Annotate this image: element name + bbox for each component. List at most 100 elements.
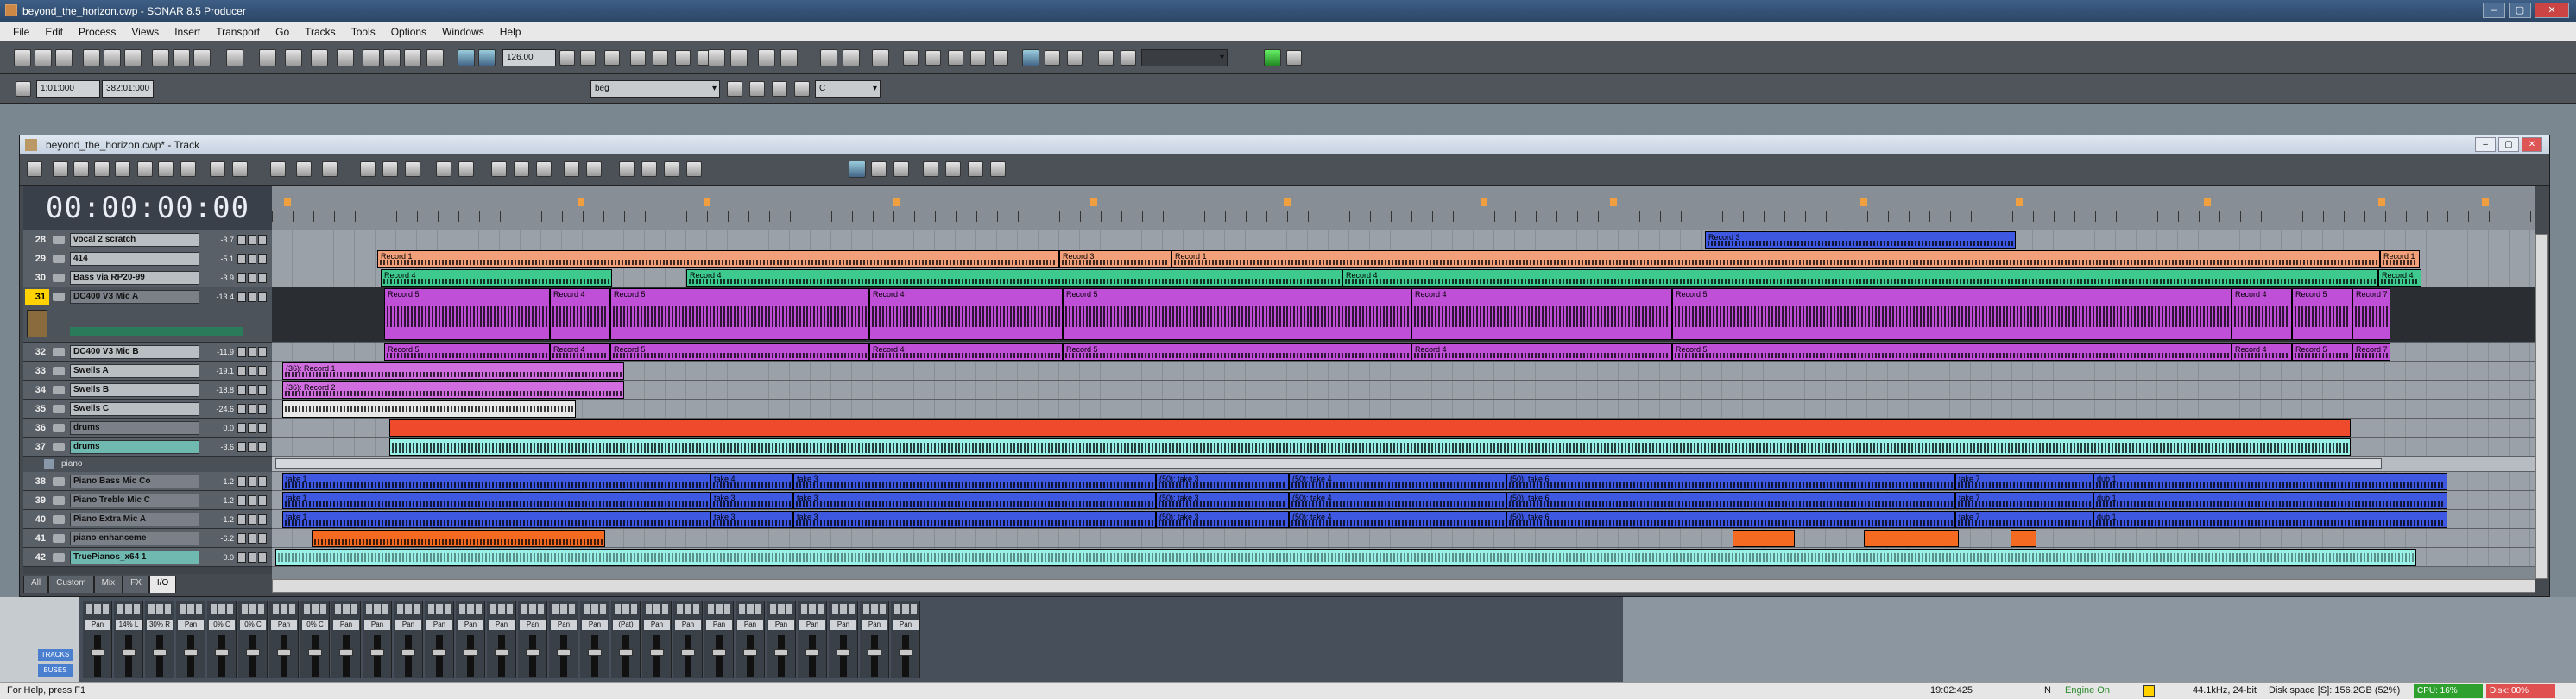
audio-clip[interactable]: take 1: [282, 473, 710, 490]
menu-tools[interactable]: Tools: [344, 26, 383, 38]
track-mute-solo-arm[interactable]: [237, 366, 268, 376]
tab-mix[interactable]: Mix: [93, 576, 123, 593]
volume-fader[interactable]: [622, 635, 629, 677]
erase-tool-icon[interactable]: [158, 161, 174, 177]
audio-clip[interactable]: Record 5: [384, 288, 550, 340]
menu-go[interactable]: Go: [268, 26, 297, 38]
marker-dropdown[interactable]: beg: [590, 80, 720, 98]
volume-fader[interactable]: [716, 635, 723, 677]
track-volume[interactable]: -1.2: [203, 513, 234, 526]
track-row-42[interactable]: 42 TruePianos_x64 1 0.0: [23, 548, 272, 567]
track-name[interactable]: 414: [70, 252, 199, 266]
piano-roll-icon[interactable]: [311, 49, 328, 66]
track-volume[interactable]: -19.1: [203, 365, 234, 377]
volume-fader[interactable]: [653, 635, 660, 677]
loop-record-icon[interactable]: [925, 50, 941, 66]
snap-grid-icon[interactable]: [1022, 49, 1039, 66]
console-strip[interactable]: Pan: [487, 601, 516, 678]
marker-flag[interactable]: [893, 198, 900, 206]
audio-clip[interactable]: (50): take 6: [1506, 473, 1955, 490]
track-row-34[interactable]: 34 Swells B -18.8: [23, 381, 272, 400]
volume-fader[interactable]: [747, 635, 754, 677]
track-mute-solo-arm[interactable]: [237, 423, 268, 433]
audio-clip[interactable]: [282, 400, 576, 418]
track-mute-solo-arm[interactable]: [237, 292, 268, 302]
fader-knob[interactable]: [899, 649, 912, 656]
select-tool-icon[interactable]: [73, 161, 89, 177]
tab-io[interactable]: I/O: [148, 576, 177, 593]
track-volume[interactable]: -6.2: [203, 532, 234, 545]
fader-knob[interactable]: [215, 649, 229, 656]
audio-clip[interactable]: [2011, 530, 2036, 547]
audio-clip[interactable]: (50): take 3: [1156, 492, 1289, 509]
track-row-29[interactable]: 29 414 -5.1: [23, 249, 272, 268]
track-mute-solo-arm[interactable]: [237, 533, 268, 544]
track-name[interactable]: Swells B: [70, 383, 199, 397]
fader-knob[interactable]: [464, 649, 477, 656]
audio-clip[interactable]: (50): take 3: [1156, 511, 1289, 528]
console-strip[interactable]: Pan: [642, 601, 672, 678]
clips-pane[interactable]: Record 3 Record 1 Record 3 Record 1 Reco…: [272, 186, 2535, 593]
fader-knob[interactable]: [370, 649, 384, 656]
track-row-38[interactable]: 38 Piano Bass Mic Co -1.2: [23, 472, 272, 491]
volume-fader[interactable]: [685, 635, 691, 677]
console-view-icon[interactable]: [285, 49, 302, 66]
marker-flag[interactable]: [1284, 198, 1291, 206]
audio-clip[interactable]: Record 5: [2292, 343, 2352, 361]
undo-icon[interactable]: [152, 49, 169, 66]
fader-knob[interactable]: [712, 649, 726, 656]
track-volume[interactable]: -1.2: [203, 475, 234, 488]
track-edit-filter-icon[interactable]: [210, 161, 225, 177]
loop-icon[interactable]: [675, 50, 691, 66]
console-strip[interactable]: Pan: [704, 601, 734, 678]
zoom-in-icon[interactable]: [923, 161, 938, 177]
volume-fader[interactable]: [436, 635, 443, 677]
volume-fader[interactable]: [343, 635, 350, 677]
groove-clip-icon[interactable]: [405, 161, 420, 177]
volume-fader[interactable]: [902, 635, 909, 677]
track-row-32[interactable]: 32 DC400 V3 Mic B -11.9: [23, 343, 272, 362]
fader-knob[interactable]: [339, 649, 353, 656]
history-icon[interactable]: [193, 49, 211, 66]
volume-fader[interactable]: [778, 635, 785, 677]
track-mute-solo-arm[interactable]: [237, 442, 268, 452]
volume-fader[interactable]: [312, 635, 319, 677]
audio-clip[interactable]: take 3: [793, 492, 1156, 509]
horizontal-scrollbar[interactable]: [272, 579, 2535, 593]
marker-flag[interactable]: [1090, 198, 1097, 206]
track-mute-solo-arm[interactable]: [237, 347, 268, 357]
fader-knob[interactable]: [619, 649, 633, 656]
fit-tracks-icon[interactable]: [436, 161, 451, 177]
track-mute-solo-arm[interactable]: [237, 254, 268, 264]
marker-flag[interactable]: [2378, 198, 2385, 206]
inline-pianoroll-icon[interactable]: [564, 161, 579, 177]
audio-clip[interactable]: take 3: [710, 511, 793, 528]
fader-knob[interactable]: [557, 649, 571, 656]
fader-knob[interactable]: [91, 649, 104, 656]
audio-clip[interactable]: take 1: [282, 492, 710, 509]
auto-punch-icon[interactable]: [903, 50, 919, 66]
punch-icon[interactable]: [653, 50, 668, 66]
fader-knob[interactable]: [184, 649, 198, 656]
console-strip[interactable]: 0% C: [238, 601, 268, 678]
audio-clip[interactable]: [1733, 530, 1795, 547]
audio-clip[interactable]: Record 1: [1171, 250, 2380, 268]
lyrics-view-icon[interactable]: [426, 49, 444, 66]
marker-next-icon[interactable]: [794, 81, 810, 97]
audio-clip[interactable]: take 3: [793, 511, 1156, 528]
minimize-button[interactable]: –: [2483, 3, 2505, 18]
go-to-end-icon[interactable]: [843, 49, 860, 66]
folder-name[interactable]: piano: [58, 458, 265, 470]
fader-knob[interactable]: [681, 649, 695, 656]
new-project-icon[interactable]: [14, 49, 31, 66]
menu-edit[interactable]: Edit: [37, 26, 71, 38]
fader-knob[interactable]: [868, 649, 881, 656]
tap-tempo-icon[interactable]: [580, 50, 596, 66]
show-automation-icon[interactable]: [514, 161, 529, 177]
vertical-scrollbar[interactable]: [2535, 234, 2548, 579]
audio-clip[interactable]: Record 5: [1672, 343, 2232, 361]
audio-clip[interactable]: Record 3: [1059, 250, 1171, 268]
audio-clip[interactable]: (50): take 6: [1506, 511, 1955, 528]
fader-knob[interactable]: [588, 649, 602, 656]
track-name[interactable]: Swells A: [70, 364, 199, 378]
